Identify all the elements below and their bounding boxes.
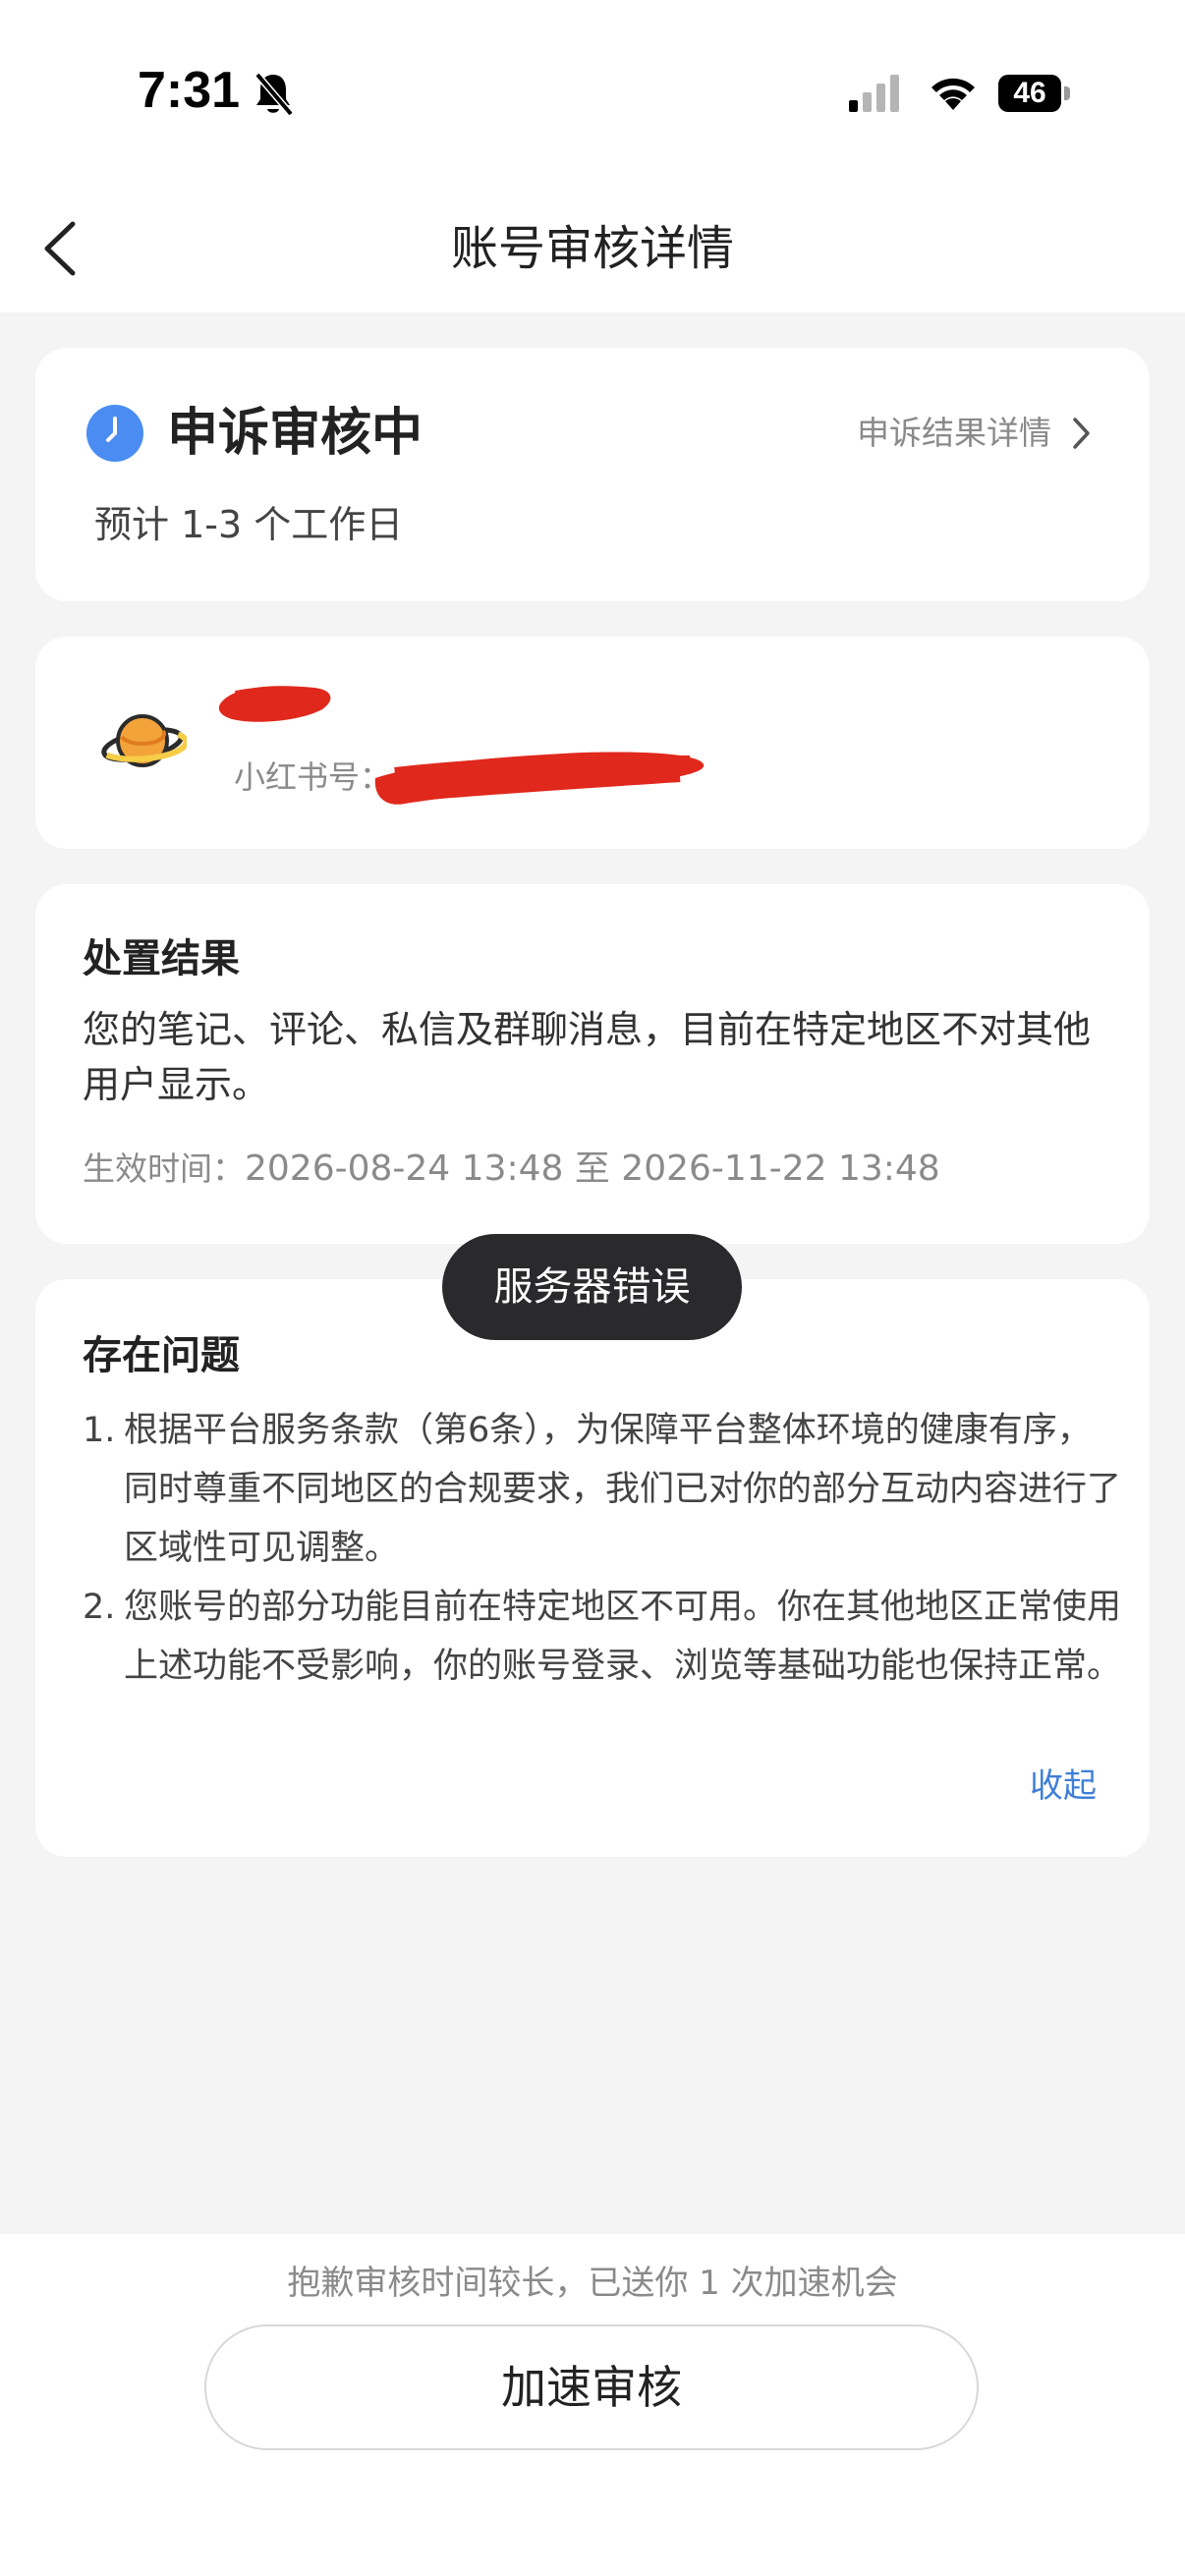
status-time: 7:31 [138,62,241,119]
top-bar: 7:31 46 账号审核详情 [0,0,1185,312]
page-title: 账号审核详情 [450,221,734,276]
screen: 7:31 46 账号审核详情 申诉审核中 申诉结果详情 预计 1-3 个工作日 … [0,0,1185,2576]
review-status-label: 申诉审核中 [167,404,423,463]
bottom-bar: 抱歉审核时间较长，已送你 1 次加速机会 加速审核 [0,2234,1185,2576]
issue-list: 1. 根据平台服务条款（第6条），为保障平台整体环境的健康有序，同时尊重不同地区… [83,1401,1124,1696]
bell-muted-icon [254,72,294,117]
redacted-username [218,686,331,722]
effective-time-label: 生效时间： [83,1149,245,1188]
battery-indicator: 46 [998,75,1061,112]
speed-up-review-button[interactable]: 加速审核 [204,2324,979,2450]
issue-number: 1. [83,1411,116,1450]
effective-time: 生效时间：2026-08-24 13:48 至 2026-11-22 13:48 [83,1142,940,1197]
review-eta: 预计 1-3 个工作日 [94,503,404,546]
chevron-right-icon [1073,418,1090,449]
issue-text: 您账号的部分功能目前在特定地区不可用。你在其他地区正常使用上述功能不受影响，你的… [124,1588,1122,1686]
issue-item: 2. 您账号的部分功能目前在特定地区不可用。你在其他地区正常使用上述功能不受影响… [83,1578,1124,1696]
result-title: 处置结果 [83,936,240,981]
result-text: 您的笔记、评论、私信及群聊消息，目前在特定地区不对其他用户显示。 [83,1008,1092,1106]
redacted-account-id [374,752,705,805]
result-card: 处置结果 您的笔记、评论、私信及群聊消息，目前在特定地区不对其他用户显示。 生效… [35,884,1150,1244]
speedup-note: 抱歉审核时间较长，已送你 1 次加速机会 [287,2264,898,2303]
wifi-icon [931,78,975,110]
collapse-button[interactable]: 收起 [1030,1757,1097,1816]
appeal-result-detail-link[interactable]: 申诉结果详情 [857,409,1093,458]
account-card: 小红书号： [35,637,1150,849]
issues-card: 存在问题 1. 根据平台服务条款（第6条），为保障平台整体环境的健康有序，同时尊… [35,1279,1150,1857]
issue-text: 根据平台服务条款（第6条），为保障平台整体环境的健康有序，同时尊重不同地区的合规… [124,1411,1122,1568]
review-status-card: 申诉审核中 申诉结果详情 预计 1-3 个工作日 [35,348,1150,601]
effective-time-range: 2026-08-24 13:48 至 2026-11-22 13:48 [245,1148,940,1189]
error-toast: 服务器错误 [442,1234,742,1340]
issue-number: 2. [83,1588,116,1627]
issues-title: 存在问题 [83,1333,240,1378]
appeal-result-detail-label: 申诉结果详情 [857,414,1051,452]
clock-icon [86,405,143,462]
planet-avatar-icon [101,714,187,767]
battery-cap [1064,86,1070,100]
cell-signal-icon [849,75,899,112]
issue-item: 1. 根据平台服务条款（第6条），为保障平台整体环境的健康有序，同时尊重不同地区… [83,1401,1124,1578]
